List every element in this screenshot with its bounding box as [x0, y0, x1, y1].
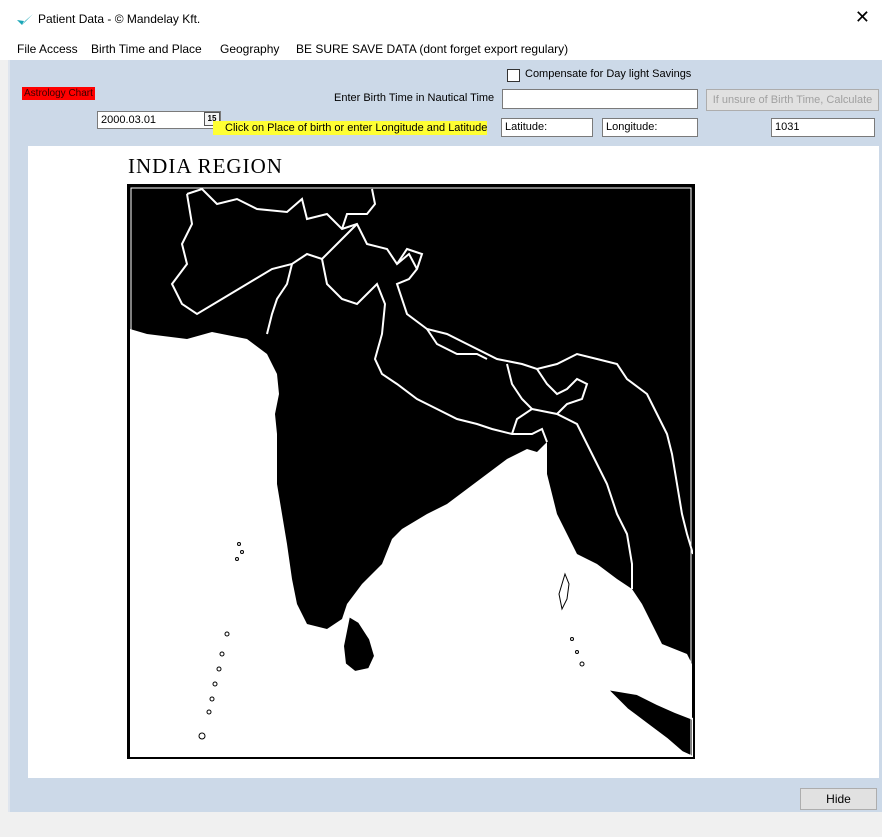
birth-date-field[interactable]: 2000.03.01 [97, 111, 221, 129]
panel-edge [8, 60, 10, 812]
menu-file-access[interactable]: File Access [17, 42, 78, 56]
hide-button[interactable]: Hide [800, 788, 877, 810]
birth-time-label: Enter Birth Time in Nautical Time [334, 92, 495, 104]
menu-geography[interactable]: Geography [220, 42, 279, 56]
longitude-input[interactable]: Longitude: [602, 118, 698, 137]
calculate-birth-time-button[interactable]: If unsure of Birth Time, Calculate [706, 89, 879, 111]
close-icon[interactable]: ✕ [855, 8, 870, 26]
india-region-map[interactable] [127, 184, 695, 759]
window-title: Patient Data - © Mandelay Kft. [38, 12, 201, 26]
birth-time-input[interactable] [502, 89, 698, 109]
dst-label: Compensate for Day light Savings [525, 68, 692, 80]
place-hint: Click on Place of birth or enter Longitu… [213, 121, 488, 135]
map-title: INDIA REGION [128, 154, 283, 178]
title-bar: Patient Data - © Mandelay Kft. ✕ [0, 0, 882, 38]
menu-save-data-reminder[interactable]: BE SURE SAVE DATA (dont forget export re… [296, 42, 568, 56]
dst-checkbox[interactable] [507, 69, 520, 82]
code-field[interactable]: 1031 [771, 118, 875, 137]
latitude-input[interactable]: Latitude: [501, 118, 593, 137]
status-strip [0, 812, 882, 837]
app-logo-icon [17, 14, 33, 25]
menu-birth-time-and-place[interactable]: Birth Time and Place [91, 42, 202, 56]
astrology-chart-badge[interactable]: Astrology Chart [22, 87, 95, 100]
menu-bar: File Access Birth Time and Place Geograp… [0, 38, 882, 60]
